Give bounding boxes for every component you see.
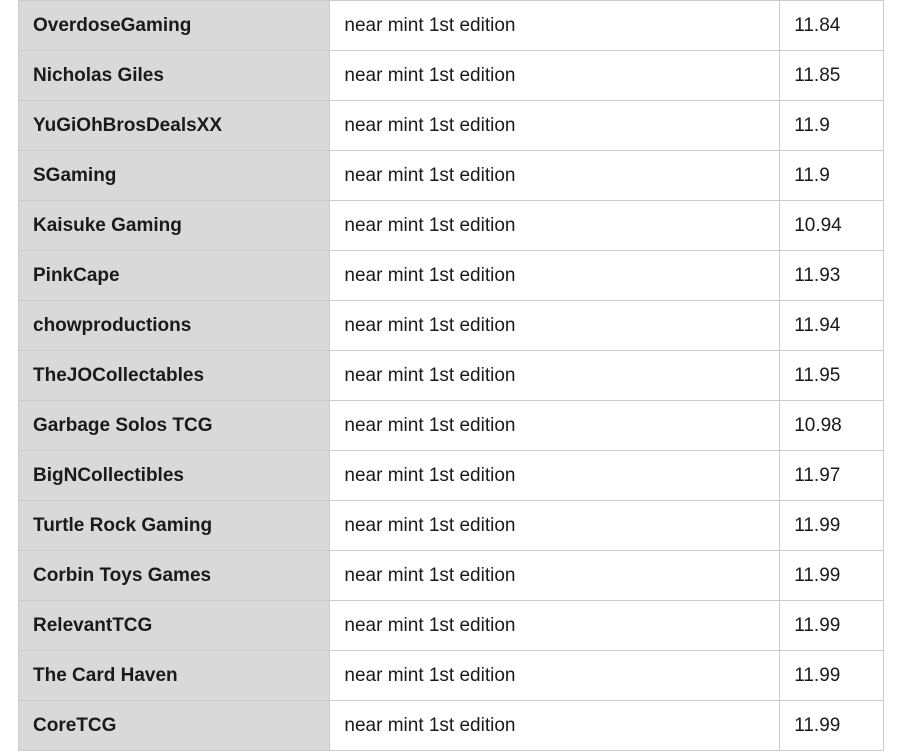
price-cell: 11.97 <box>780 451 884 501</box>
seller-cell: CoreTCG <box>19 701 330 751</box>
condition-cell: near mint 1st edition <box>330 301 780 351</box>
price-cell: 11.99 <box>780 601 884 651</box>
condition-cell: near mint 1st edition <box>330 251 780 301</box>
table-row: TheJOCollectablesnear mint 1st edition11… <box>19 351 884 401</box>
table-row: Kaisuke Gamingnear mint 1st edition10.94 <box>19 201 884 251</box>
price-cell: 11.99 <box>780 501 884 551</box>
seller-cell: Turtle Rock Gaming <box>19 501 330 551</box>
table-row: SGamingnear mint 1st edition11.9 <box>19 151 884 201</box>
table-row: Garbage Solos TCGnear mint 1st edition10… <box>19 401 884 451</box>
condition-cell: near mint 1st edition <box>330 551 780 601</box>
condition-cell: near mint 1st edition <box>330 1 780 51</box>
seller-cell: BigNCollectibles <box>19 451 330 501</box>
condition-cell: near mint 1st edition <box>330 601 780 651</box>
seller-cell: Garbage Solos TCG <box>19 401 330 451</box>
seller-cell: Nicholas Giles <box>19 51 330 101</box>
condition-cell: near mint 1st edition <box>330 201 780 251</box>
price-cell: 11.85 <box>780 51 884 101</box>
listings-table-body: OverdoseGamingnear mint 1st edition11.84… <box>19 1 884 751</box>
listings-table-container: OverdoseGamingnear mint 1st edition11.84… <box>0 0 902 751</box>
seller-cell: TheJOCollectables <box>19 351 330 401</box>
seller-cell: Corbin Toys Games <box>19 551 330 601</box>
price-cell: 11.99 <box>780 701 884 751</box>
table-row: CoreTCGnear mint 1st edition11.99 <box>19 701 884 751</box>
condition-cell: near mint 1st edition <box>330 351 780 401</box>
table-row: YuGiOhBrosDealsXXnear mint 1st edition11… <box>19 101 884 151</box>
seller-cell: RelevantTCG <box>19 601 330 651</box>
condition-cell: near mint 1st edition <box>330 701 780 751</box>
price-cell: 11.99 <box>780 651 884 701</box>
price-cell: 11.95 <box>780 351 884 401</box>
price-cell: 11.94 <box>780 301 884 351</box>
condition-cell: near mint 1st edition <box>330 451 780 501</box>
seller-cell: PinkCape <box>19 251 330 301</box>
table-row: BigNCollectiblesnear mint 1st edition11.… <box>19 451 884 501</box>
seller-cell: OverdoseGaming <box>19 1 330 51</box>
condition-cell: near mint 1st edition <box>330 401 780 451</box>
table-row: Turtle Rock Gamingnear mint 1st edition1… <box>19 501 884 551</box>
table-row: Corbin Toys Gamesnear mint 1st edition11… <box>19 551 884 601</box>
price-cell: 10.98 <box>780 401 884 451</box>
seller-cell: SGaming <box>19 151 330 201</box>
table-row: chowproductionsnear mint 1st edition11.9… <box>19 301 884 351</box>
condition-cell: near mint 1st edition <box>330 51 780 101</box>
condition-cell: near mint 1st edition <box>330 651 780 701</box>
seller-cell: YuGiOhBrosDealsXX <box>19 101 330 151</box>
price-cell: 11.99 <box>780 551 884 601</box>
condition-cell: near mint 1st edition <box>330 501 780 551</box>
table-row: RelevantTCGnear mint 1st edition11.99 <box>19 601 884 651</box>
price-cell: 11.9 <box>780 101 884 151</box>
table-row: Nicholas Gilesnear mint 1st edition11.85 <box>19 51 884 101</box>
condition-cell: near mint 1st edition <box>330 151 780 201</box>
condition-cell: near mint 1st edition <box>330 101 780 151</box>
listings-table: OverdoseGamingnear mint 1st edition11.84… <box>18 0 884 751</box>
table-row: PinkCapenear mint 1st edition11.93 <box>19 251 884 301</box>
price-cell: 11.84 <box>780 1 884 51</box>
seller-cell: The Card Haven <box>19 651 330 701</box>
price-cell: 10.94 <box>780 201 884 251</box>
seller-cell: chowproductions <box>19 301 330 351</box>
table-row: OverdoseGamingnear mint 1st edition11.84 <box>19 1 884 51</box>
seller-cell: Kaisuke Gaming <box>19 201 330 251</box>
table-row: The Card Havennear mint 1st edition11.99 <box>19 651 884 701</box>
price-cell: 11.9 <box>780 151 884 201</box>
price-cell: 11.93 <box>780 251 884 301</box>
